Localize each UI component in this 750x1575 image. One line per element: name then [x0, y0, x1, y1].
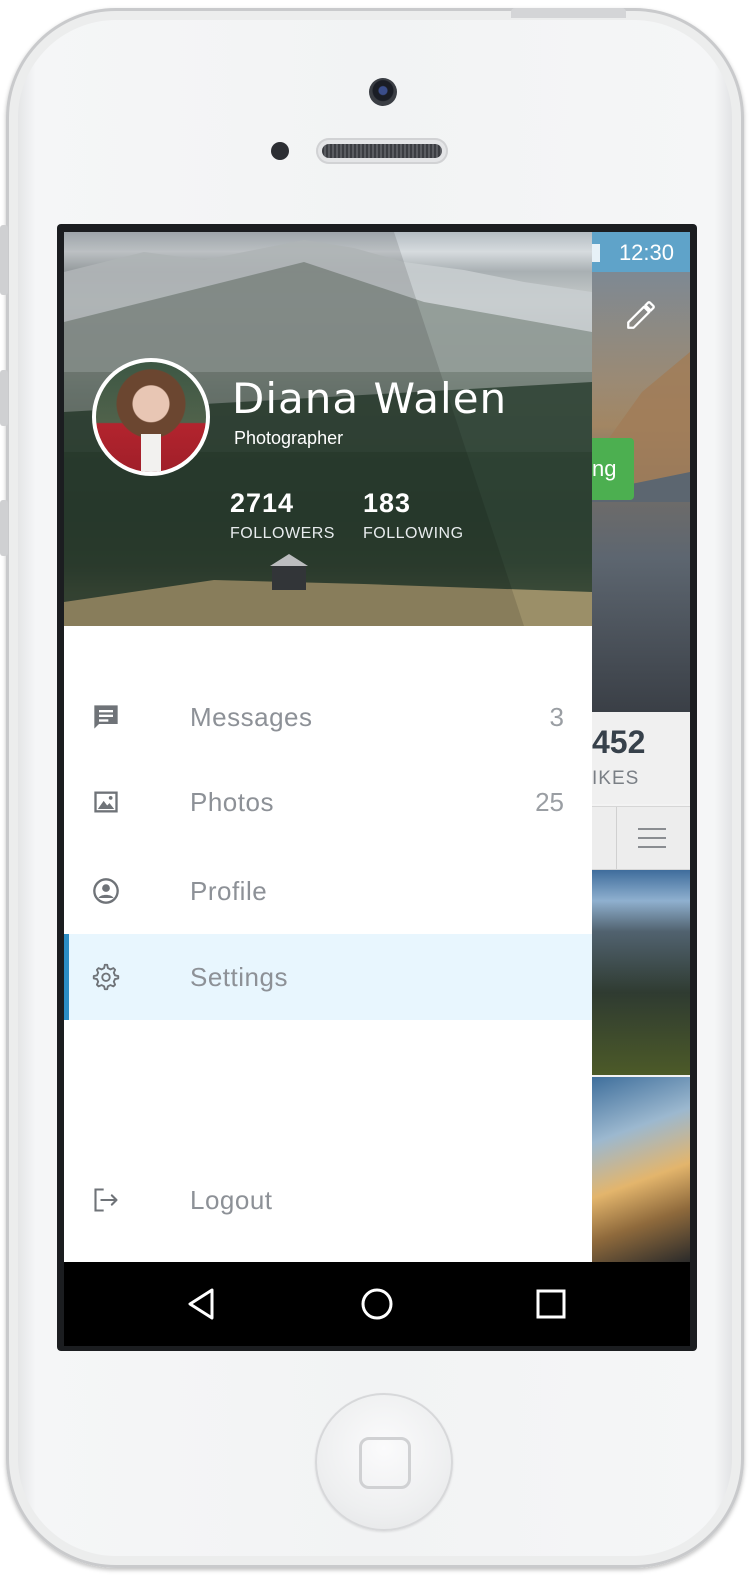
menu-item-messages[interactable]: Messages 3	[64, 674, 592, 760]
status-time: 12:30	[618, 240, 674, 265]
avatar[interactable]	[92, 358, 210, 476]
view-tabs	[592, 806, 690, 870]
mute-switch	[0, 225, 8, 295]
logout-icon	[94, 1188, 118, 1212]
following-stat[interactable]: 183 FOLLOWING	[363, 488, 464, 543]
volume-down-button	[0, 500, 8, 556]
gallery-photo[interactable]	[592, 870, 690, 1075]
menu-item-label: Settings	[190, 962, 288, 992]
account-circle-icon	[93, 878, 119, 904]
app-display: 12:30 ng 452 IKES Diana Walen Photograph…	[64, 232, 690, 1262]
likes-count: 452	[592, 724, 646, 760]
navigation-drawer: Diana Walen Photographer 2714 FOLLOWERS …	[64, 232, 592, 1262]
following-label: FOLLOWING	[363, 525, 464, 542]
proximity-sensor	[271, 142, 289, 160]
menu-item-logout[interactable]: Logout	[64, 1157, 592, 1243]
back-nav-icon[interactable]	[182, 1284, 222, 1324]
menu-item-label: Profile	[190, 876, 268, 906]
recents-nav-icon[interactable]	[531, 1284, 571, 1324]
battery-icon	[592, 244, 600, 262]
edit-pencil-icon[interactable]	[624, 298, 658, 332]
menu-item-label: Logout	[190, 1185, 273, 1215]
image-icon	[94, 791, 118, 813]
following-count: 183	[363, 488, 412, 518]
menu-item-count: 3	[549, 702, 564, 732]
user-name: Diana Walen	[232, 374, 508, 423]
tab-divider	[616, 807, 617, 869]
follow-button-partial[interactable]: ng	[592, 438, 634, 500]
followers-count: 2714	[230, 488, 295, 518]
drawer-header: Diana Walen Photographer 2714 FOLLOWERS …	[64, 232, 592, 626]
user-role: Photographer	[234, 428, 344, 448]
likes-label: IKES	[592, 768, 640, 789]
volume-up-button	[0, 370, 8, 426]
gallery-photo[interactable]	[592, 1077, 690, 1262]
menu-item-label: Photos	[190, 787, 274, 817]
menu-item-settings[interactable]: Settings	[64, 934, 592, 1020]
menu-item-count: 25	[535, 787, 564, 817]
front-camera	[369, 78, 397, 106]
earpiece-speaker	[316, 138, 448, 164]
avatar-collar	[141, 434, 161, 472]
menu-item-profile[interactable]: Profile	[64, 848, 592, 934]
follow-button-label: ng	[592, 456, 617, 481]
menu-item-label: Messages	[190, 702, 313, 732]
message-icon	[94, 705, 118, 729]
power-button	[511, 8, 626, 18]
home-button[interactable]	[315, 1393, 453, 1531]
likes-stat: 452 IKES	[592, 712, 690, 804]
followers-label: FOLLOWERS	[230, 525, 335, 542]
followers-stat[interactable]: 2714 FOLLOWERS	[230, 488, 335, 543]
list-view-icon[interactable]	[638, 827, 666, 849]
system-navigation-bar	[64, 1262, 690, 1346]
status-bar: 12:30	[592, 232, 690, 272]
home-nav-icon[interactable]	[357, 1284, 397, 1324]
gear-icon	[92, 963, 120, 991]
menu-item-photos[interactable]: Photos 25	[64, 759, 592, 845]
